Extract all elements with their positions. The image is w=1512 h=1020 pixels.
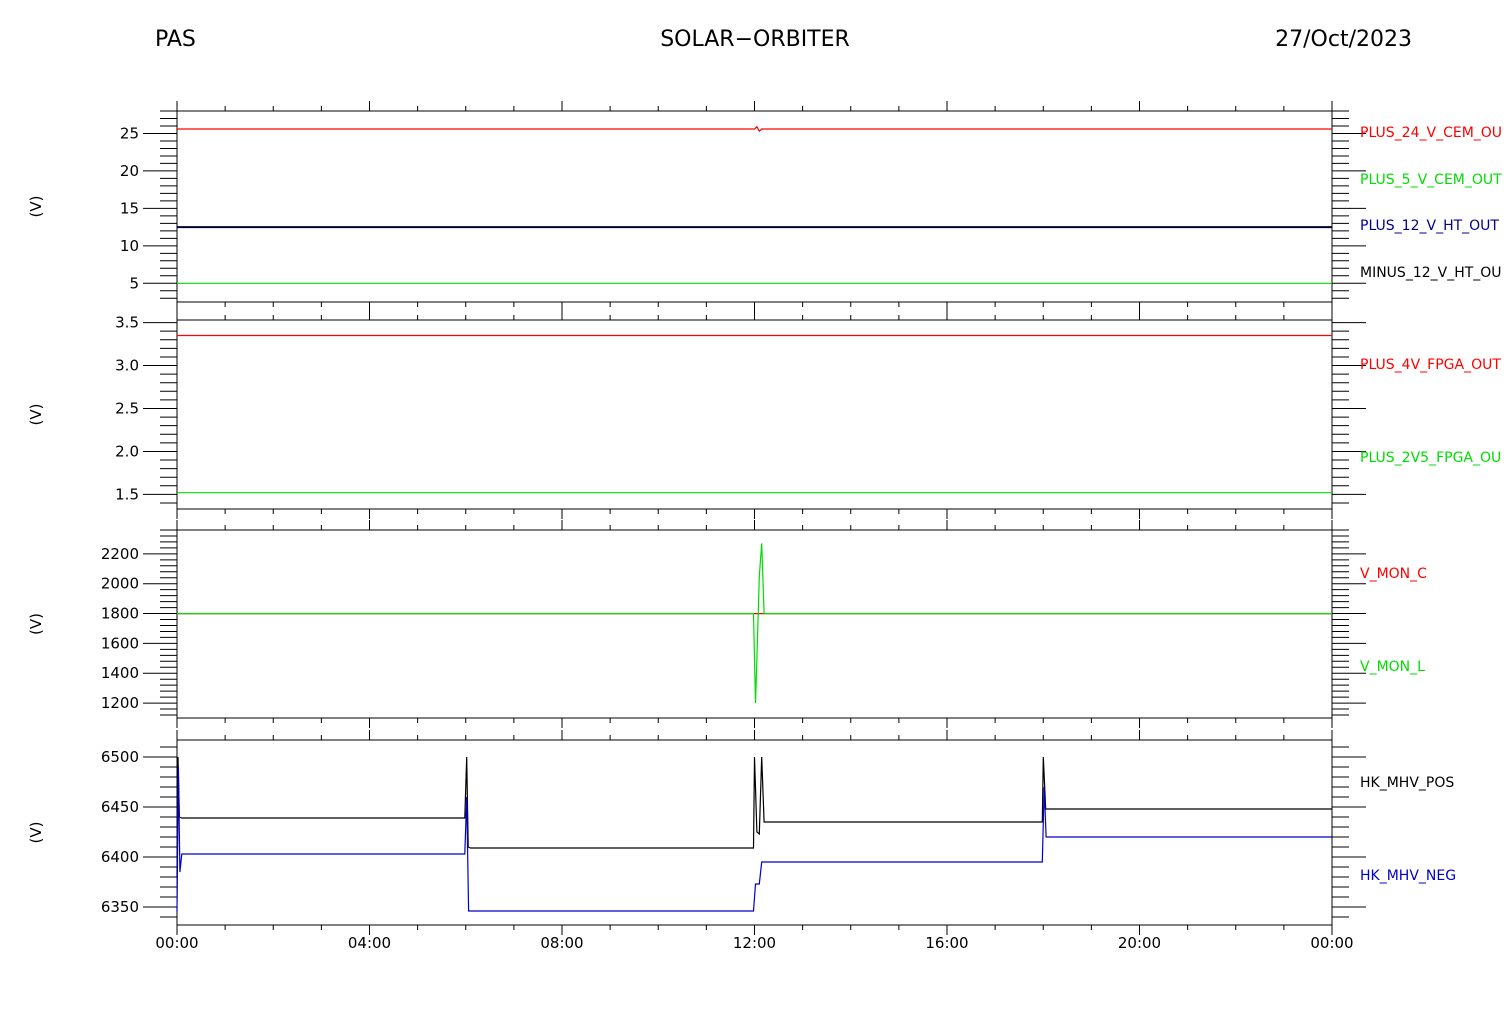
panel-2: 1.5 2.0 2.5 3.0 3.5 (V) PLUS_4V_FPGA_OUT PLUS_2… xyxy=(27,310,1501,519)
x-tick-label: 12:00 xyxy=(733,934,776,952)
legend-entry: HK_MHV_NEG xyxy=(1360,868,1456,884)
legend-entry: PLUS_24_V_CEM_OU xyxy=(1360,125,1502,141)
y-tick-label: 2000 xyxy=(101,575,139,593)
plot-frame xyxy=(176,110,1333,303)
legend-entry: PLUS_2V5_FPGA_OU xyxy=(1360,450,1501,466)
y-axis-label: (V) xyxy=(27,196,45,218)
y-tick-label: 1.5 xyxy=(115,485,139,503)
y-tick-label: 6450 xyxy=(101,798,139,816)
header-mission: SOLAR−ORBITER xyxy=(660,27,850,52)
legend-entry: HK_MHV_POS xyxy=(1360,775,1454,791)
y-tick-label: 20 xyxy=(120,162,139,180)
legend-entry: PLUS_12_V_HT_OUT xyxy=(1360,218,1499,234)
legend-entry: PLUS_4V_FPGA_OUT xyxy=(1360,357,1501,373)
x-tick-label: 04:00 xyxy=(348,934,391,952)
y-axis-label: (V) xyxy=(27,613,45,635)
plot-frame xyxy=(176,529,1333,719)
y-axis-label: (V) xyxy=(27,404,45,426)
legend-entry: PLUS_5_V_CEM_OUT xyxy=(1360,172,1502,188)
legend-entry: V_MON_C xyxy=(1360,566,1427,582)
x-tick-label: 00:00 xyxy=(155,934,198,952)
panel-3: 1200 1400 1600 1800 2000 2200 (V) V_MON_C V_MON_… xyxy=(27,520,1427,728)
header-date: 27/Oct/2023 xyxy=(1275,27,1412,52)
y-tick-label: 3.0 xyxy=(115,357,139,375)
y-tick-label: 6500 xyxy=(101,748,139,766)
panel-1: 5 10 15 20 25 (V) PLUS_24_V_CEM_OU PLUS_5_V_CEM… xyxy=(27,101,1502,312)
y-tick-label: 2.5 xyxy=(115,399,139,417)
legend-entry: MINUS_12_V_HT_OU xyxy=(1360,265,1502,281)
y-tick-label: 1800 xyxy=(101,605,139,623)
y-tick-label: 5 xyxy=(129,274,139,292)
y-tick-label: 3.5 xyxy=(115,314,139,332)
x-tick-label: 00:00 xyxy=(1310,934,1353,952)
y-tick-label: 1200 xyxy=(101,694,139,712)
y-axis-label: (V) xyxy=(27,822,45,844)
x-tick-label: 08:00 xyxy=(540,934,583,952)
y-tick-label: 6350 xyxy=(101,898,139,916)
y-tick-label: 15 xyxy=(120,199,139,217)
series-line-plus-24-v-cem-ou xyxy=(177,125,1332,133)
series-line-hk-mhv-pos xyxy=(176,756,1332,878)
y-tick-label: 6400 xyxy=(101,848,139,866)
y-tick-label: 1600 xyxy=(101,634,139,652)
y-tick-label: 2200 xyxy=(101,545,139,563)
x-tick-label: 20:00 xyxy=(1118,934,1161,952)
series-line-v-mon-l xyxy=(177,543,1332,704)
chart-canvas: PAS SOLAR−ORBITER 27/Oct/2023 5 10 15 20 25 (… xyxy=(27,27,1502,952)
plot-frame xyxy=(176,319,1333,510)
legend-entry: V_MON_L xyxy=(1360,659,1425,675)
y-tick-label: 2.0 xyxy=(115,442,139,460)
x-tick-label: 16:00 xyxy=(925,934,968,952)
y-tick-label: 1400 xyxy=(101,664,139,682)
header-instrument: PAS xyxy=(155,27,196,52)
panel-4: 6350 6400 6450 6500 (V) HK_MHV_POS HK_MHV_NEG xyxy=(27,730,1456,935)
panels-group: 5 10 15 20 25 (V) PLUS_24_V_CEM_OU PLUS_5_V_CEM… xyxy=(27,101,1502,952)
y-tick-label: 25 xyxy=(120,124,139,142)
y-tick-label: 10 xyxy=(120,237,139,255)
